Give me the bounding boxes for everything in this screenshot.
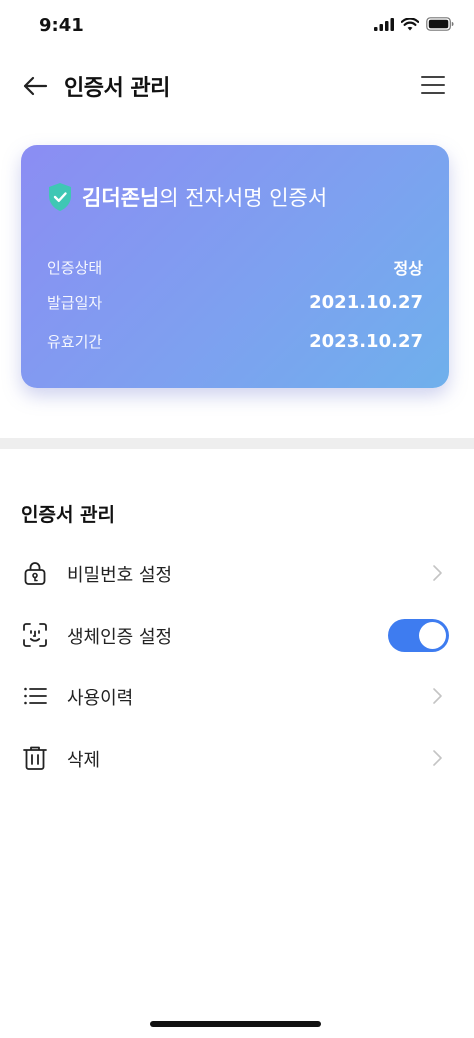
status-time: 9:41 bbox=[39, 15, 84, 36]
section-divider bbox=[0, 438, 474, 449]
card-owner-name: 김더존님 bbox=[82, 186, 160, 210]
certificate-card[interactable]: 김더존님 의 전자서명 인증서 인증상태 정상 발급일자 2021.10.27 … bbox=[21, 145, 449, 388]
row-label: 유효기간 bbox=[47, 333, 103, 351]
toggle-knob bbox=[419, 622, 446, 649]
row-label: 인증상태 bbox=[47, 258, 103, 277]
page-title: 인증서 관리 bbox=[64, 76, 170, 101]
menu-label: 비밀번호 설정 bbox=[67, 565, 173, 586]
card-row-status: 인증상태 정상 bbox=[47, 255, 423, 279]
status-bar: 9:41 bbox=[0, 0, 474, 56]
menu-label: 생체인증 설정 bbox=[67, 627, 173, 648]
row-value: 2021.10.27 bbox=[309, 292, 423, 313]
card-row-issued: 발급일자 2021.10.27 bbox=[47, 292, 423, 313]
menu-item-biometric[interactable]: 생체인증 설정 bbox=[0, 607, 474, 663]
status-icons bbox=[374, 17, 454, 31]
home-indicator bbox=[150, 1021, 321, 1027]
menu-item-history[interactable]: 사용이력 bbox=[0, 668, 474, 724]
shield-check-icon bbox=[49, 183, 71, 211]
face-id-icon bbox=[23, 623, 47, 647]
lock-icon bbox=[24, 562, 46, 585]
list-icon bbox=[24, 687, 47, 705]
arrow-left-icon bbox=[23, 76, 48, 96]
menu-item-delete[interactable]: 삭제 bbox=[0, 730, 474, 786]
chevron-right-icon bbox=[433, 750, 442, 766]
card-header: 김더존님 의 전자서명 인증서 bbox=[47, 182, 327, 212]
biometric-toggle[interactable] bbox=[388, 619, 449, 652]
chevron-right-icon bbox=[433, 688, 442, 704]
menu-item-password[interactable]: 비밀번호 설정 bbox=[0, 545, 474, 601]
row-value: 정상 bbox=[393, 259, 423, 278]
signal-icon bbox=[374, 17, 394, 31]
menu-button[interactable] bbox=[420, 72, 446, 98]
row-value: 2023.10.27 bbox=[309, 331, 423, 352]
row-label: 발급일자 bbox=[47, 294, 103, 312]
chevron-right-icon bbox=[433, 565, 442, 581]
trash-icon bbox=[23, 746, 47, 770]
card-row-expiry: 유효기간 2023.10.27 bbox=[47, 331, 423, 352]
menu-label: 사용이력 bbox=[67, 688, 134, 709]
hamburger-icon bbox=[421, 76, 445, 94]
battery-icon bbox=[426, 17, 454, 31]
card-title-suffix: 의 전자서명 인증서 bbox=[159, 186, 328, 210]
wifi-icon bbox=[401, 17, 419, 30]
back-button[interactable] bbox=[20, 72, 50, 100]
nav-bar: 인증서 관리 bbox=[0, 58, 474, 114]
section-title: 인증서 관리 bbox=[21, 504, 116, 526]
menu-label: 삭제 bbox=[67, 750, 101, 771]
